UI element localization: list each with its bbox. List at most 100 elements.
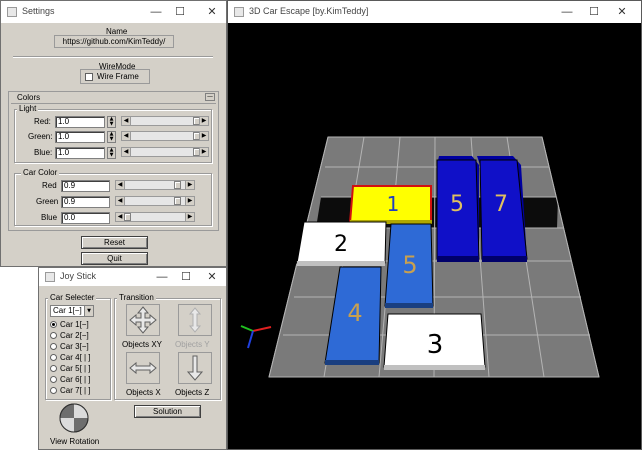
- close-button[interactable]: ✕: [609, 4, 635, 20]
- maximize-button[interactable]: ☐: [581, 4, 607, 20]
- slider-left-arrow-icon[interactable]: ◀: [116, 197, 125, 205]
- light-red-spinner[interactable]: ▲ ▼: [107, 116, 116, 128]
- transition-label: Transition: [117, 293, 156, 303]
- maximize-button[interactable]: ☐: [173, 269, 199, 285]
- objects-xy-button[interactable]: [126, 304, 160, 336]
- slider-left-arrow-icon[interactable]: ◀: [116, 181, 125, 189]
- car-1-radio-label[interactable]: Car 1[−]: [60, 320, 89, 329]
- slider-right-arrow-icon[interactable]: ▶: [199, 132, 208, 140]
- car-6-label: 5: [450, 192, 464, 217]
- light-blue-field[interactable]: 1.0: [55, 147, 105, 159]
- slider-left-arrow-icon[interactable]: ◀: [122, 148, 131, 156]
- minimize-button[interactable]: —: [554, 4, 580, 20]
- slider-right-arrow-icon[interactable]: ▶: [199, 148, 208, 156]
- move-x-icon: [129, 361, 157, 375]
- car-3-radio[interactable]: [50, 343, 57, 350]
- slider-left-arrow-icon[interactable]: ◀: [122, 132, 131, 140]
- light-green-slider[interactable]: ◀ ▶: [121, 131, 209, 141]
- wireframe-checkbox[interactable]: [85, 73, 93, 81]
- car-5-label: 5: [402, 251, 417, 279]
- objects-x-button[interactable]: [126, 352, 160, 384]
- light-blue-slider[interactable]: ◀ ▶: [121, 147, 209, 157]
- axis-gizmo-icon: [240, 325, 272, 349]
- app-icon: [234, 7, 244, 17]
- car-red-slider[interactable]: ◀ ▶: [115, 180, 195, 190]
- light-blue-label: Blue:: [34, 148, 53, 157]
- car-5-radio-label[interactable]: Car 5[ | ]: [60, 364, 91, 373]
- slider-thumb[interactable]: [174, 181, 181, 189]
- app-icon: [45, 272, 55, 282]
- light-red-slider[interactable]: ◀ ▶: [121, 116, 209, 126]
- car-6-radio[interactable]: [50, 376, 57, 383]
- light-green-spinner[interactable]: ▲ ▼: [107, 131, 116, 143]
- close-button[interactable]: ✕: [199, 269, 225, 285]
- settings-titlebar[interactable]: Settings — ☐ ✕: [1, 1, 226, 23]
- chevron-down-icon[interactable]: ▼: [84, 306, 93, 316]
- car-4-label: 4: [347, 299, 362, 327]
- car-4-radio[interactable]: [50, 354, 57, 361]
- car-green-field[interactable]: 0.9: [61, 196, 110, 208]
- slider-right-arrow-icon[interactable]: ▶: [185, 181, 194, 189]
- car-7[interactable]: 7: [477, 156, 528, 262]
- name-value: https://github.com/KimTeddy/: [54, 35, 174, 48]
- divider: [11, 103, 216, 104]
- wireframe-label[interactable]: Wire Frame: [97, 72, 139, 81]
- car-green-label: Green: [36, 197, 59, 206]
- slider-right-arrow-icon[interactable]: ▶: [185, 197, 194, 205]
- car-blue-label: Blue: [41, 213, 58, 222]
- slider-thumb[interactable]: [124, 213, 131, 221]
- light-red-field[interactable]: 1.0: [55, 116, 105, 128]
- move-xy-icon: [129, 306, 157, 334]
- minimize-button[interactable]: —: [143, 4, 169, 20]
- reset-button[interactable]: Reset: [81, 236, 148, 249]
- close-button[interactable]: ✕: [199, 4, 225, 20]
- app-icon: [7, 7, 17, 17]
- car-blue-slider[interactable]: ◀ ▶: [115, 212, 195, 222]
- solution-button[interactable]: Solution: [134, 405, 201, 418]
- quit-button[interactable]: Quit: [81, 252, 148, 265]
- car-7-radio-label[interactable]: Car 7[ | ]: [60, 386, 91, 395]
- car-select-dropdown[interactable]: Car 1[−] ▼: [50, 305, 94, 317]
- car-1-radio[interactable]: [50, 321, 57, 328]
- game-canvas[interactable]: 5 7 1 2 5 4 3: [228, 23, 642, 450]
- slider-right-arrow-icon[interactable]: ▶: [199, 117, 208, 125]
- slider-right-arrow-icon[interactable]: ▶: [185, 213, 194, 221]
- car-6-radio-label[interactable]: Car 6[ | ]: [60, 375, 91, 384]
- car-2-radio[interactable]: [50, 332, 57, 339]
- objects-y-button: [178, 304, 212, 336]
- light-label: Light: [17, 104, 39, 114]
- car-blue-field[interactable]: 0.0: [61, 212, 110, 224]
- car-2[interactable]: 2: [296, 221, 387, 266]
- rotation-ball-icon: [59, 403, 89, 433]
- car-5[interactable]: 5: [384, 223, 434, 308]
- maximize-button[interactable]: ☐: [167, 4, 193, 20]
- car-7-radio[interactable]: [50, 387, 57, 394]
- car-3-label: 3: [427, 330, 444, 360]
- car-green-slider[interactable]: ◀ ▶: [115, 196, 195, 206]
- slider-thumb[interactable]: [174, 197, 181, 205]
- settings-title: Settings: [22, 6, 55, 16]
- minimize-button[interactable]: —: [149, 269, 175, 285]
- car-3-radio-label[interactable]: Car 3[−]: [60, 342, 89, 351]
- objects-z-button[interactable]: [178, 352, 212, 384]
- viewer-title: 3D Car Escape [by.KimTeddy]: [249, 6, 369, 16]
- light-red-label: Red:: [34, 117, 51, 126]
- car-4-radio-label[interactable]: Car 4[ | ]: [60, 353, 91, 362]
- viewer-titlebar[interactable]: 3D Car Escape [by.KimTeddy] — ☐ ✕: [228, 1, 641, 23]
- car-6[interactable]: 5: [436, 156, 480, 262]
- colors-label[interactable]: Colors: [17, 93, 40, 102]
- joystick-window: Joy Stick — ☐ ✕ Car Selecter Car 1[−] ▼ …: [38, 267, 227, 450]
- car-red-field[interactable]: 0.9: [61, 180, 110, 192]
- colors-collapse-button[interactable]: —: [205, 93, 215, 101]
- light-green-field[interactable]: 1.0: [55, 131, 105, 143]
- move-y-icon: [188, 307, 202, 333]
- view-rotation-control[interactable]: [58, 402, 90, 434]
- car-5-radio[interactable]: [50, 365, 57, 372]
- car-2-radio-label[interactable]: Car 2[−]: [60, 331, 89, 340]
- car-1[interactable]: 1: [348, 185, 432, 224]
- joystick-titlebar[interactable]: Joy Stick — ☐ ✕: [39, 268, 226, 286]
- slider-left-arrow-icon[interactable]: ◀: [122, 117, 131, 125]
- light-blue-spinner[interactable]: ▲ ▼: [107, 147, 116, 159]
- car-red-label: Red: [42, 181, 57, 190]
- car-3[interactable]: 3: [383, 313, 486, 370]
